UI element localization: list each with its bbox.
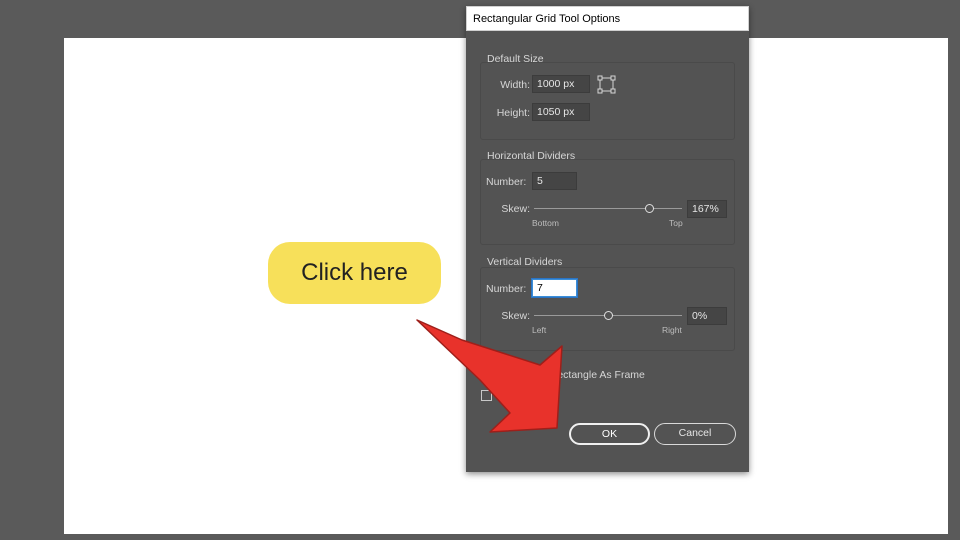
red-arrow-pointer-icon bbox=[416, 319, 563, 433]
